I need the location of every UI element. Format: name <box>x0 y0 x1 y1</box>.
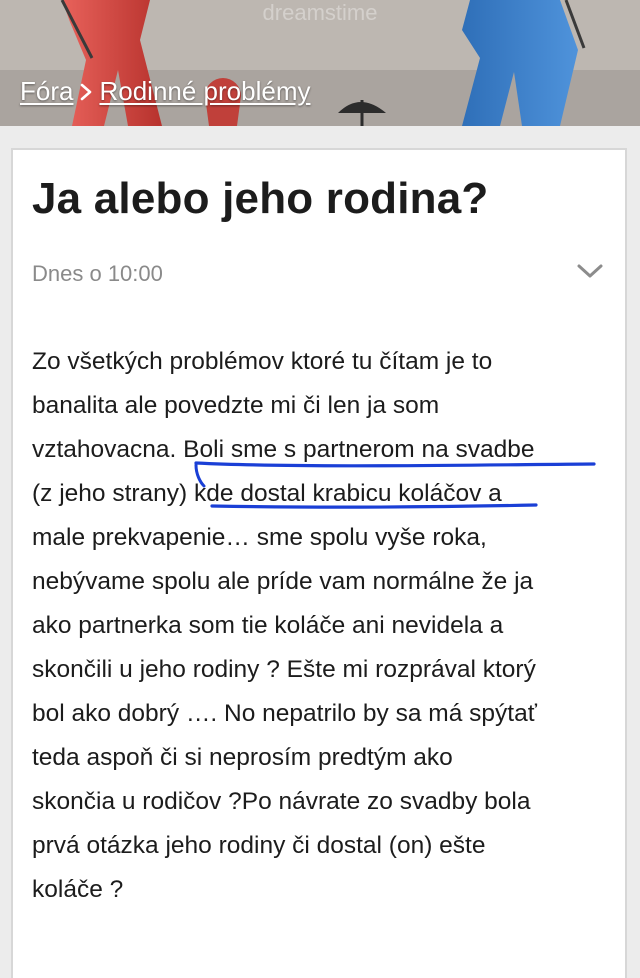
blue-figure <box>462 0 578 126</box>
post-body: Zo všetkých problémov ktoré tu čítam je … <box>32 340 617 912</box>
post-timestamp: Dnes o 10:00 <box>32 261 163 286</box>
banner-illustration: dreamstime <box>0 0 640 126</box>
post-body-line: skončia u rodičov ?Po návrate zo svadby … <box>32 788 531 815</box>
breadcrumb: Fóra Rodinné problémy <box>20 76 310 107</box>
post-body-line: vztahovacna. Boli sme s partnerom na sva… <box>32 436 535 463</box>
watermark: dreamstime <box>263 0 378 25</box>
post-body-line: teda aspoň či si neprosím predtým ako <box>32 744 453 771</box>
breadcrumb-link-fora[interactable]: Fóra <box>20 76 73 107</box>
post-body-line: prvá otázka jeho rodiny či dostal (on) e… <box>32 832 486 859</box>
post-body-line: Zo všetkých problémov ktoré tu čítam je … <box>32 348 493 375</box>
post-body-line: skončili u jeho rodiny ? Ešte mi rozpráv… <box>32 656 536 683</box>
post-card: Ja alebo jeho rodina? Dnes o 10:00 Zo vš… <box>11 148 627 978</box>
post-title: Ja alebo jeho rodina? <box>32 174 489 223</box>
post-body-line: (z jeho strany) kde dostal krabicu koláč… <box>32 480 502 507</box>
chevron-down-icon[interactable] <box>575 260 605 282</box>
post-body-line: male prekvapenie… sme spolu vyše roka, <box>32 524 487 551</box>
post-body-line: koláče ? <box>32 876 124 903</box>
header-banner: dreamstime Fóra Rodinné problémy <box>0 0 640 126</box>
post-body-line: bol ako dobrý …. No nepatrilo by sa má s… <box>32 700 537 727</box>
post-body-line: nebývame spolu ale príde vam normálne že… <box>32 568 534 595</box>
post-body-line: banalita ale povedzte mi či len ja som <box>32 392 440 419</box>
post-body-line: ako partnerka som tie koláče ani nevidel… <box>32 612 504 639</box>
breadcrumb-link-rodinne-problemy[interactable]: Rodinné problémy <box>99 76 310 107</box>
chevron-right-icon <box>81 83 92 100</box>
